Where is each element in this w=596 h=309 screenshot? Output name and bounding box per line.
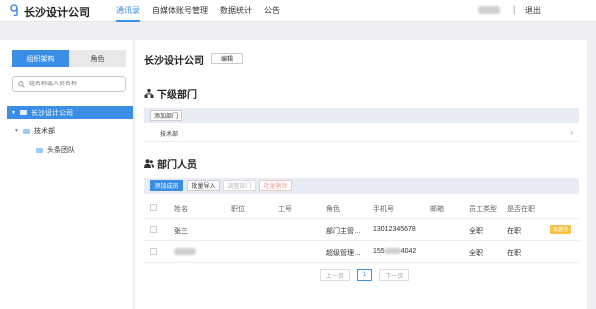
sub-department-row[interactable]: 技术部 › bbox=[144, 125, 579, 142]
col-position: 职位 bbox=[231, 206, 245, 213]
bulk-import-button[interactable]: 批量导入 bbox=[187, 180, 220, 191]
search-input[interactable] bbox=[29, 81, 124, 87]
prev-page-button[interactable]: 上一页 bbox=[320, 269, 351, 281]
member-name: 张三 bbox=[174, 228, 188, 235]
top-bar: 长沙设计公司 通讯录 自媒体账号管理 数据统计 公告 | 退出 bbox=[0, 0, 596, 22]
bulk-delete-button[interactable]: 批量删除 bbox=[259, 180, 292, 191]
main-panel: 长沙设计公司 编辑 下级部门 添加部门 技术部 › 部门人员 添加成员 批量导入… bbox=[135, 40, 587, 309]
member-role: 部门主管… bbox=[326, 228, 361, 235]
nav-media-accounts[interactable]: 自媒体账号管理 bbox=[152, 5, 208, 22]
add-member-button[interactable]: 添加成员 bbox=[150, 180, 183, 191]
tree-item-tech-dept[interactable]: ▼ 技术部 bbox=[14, 126, 55, 136]
table-row[interactable]: 超级管理… 155 4042 全职 在职 bbox=[144, 241, 579, 263]
select-all-checkbox[interactable] bbox=[150, 204, 157, 211]
tree-item-root[interactable]: ▼ 长沙设计公司 bbox=[7, 106, 133, 119]
brand-name: 长沙设计公司 bbox=[24, 7, 90, 19]
search-box bbox=[12, 76, 126, 92]
folder-icon bbox=[19, 110, 27, 115]
inactive-badge: 未激活 bbox=[550, 225, 572, 234]
tree-item-label: 技术部 bbox=[33, 128, 55, 135]
col-employee-type: 员工类型 bbox=[469, 206, 497, 213]
section-title-text: 部门人员 bbox=[157, 160, 197, 171]
main-nav: 通讯录 自媒体账号管理 数据统计 公告 bbox=[116, 5, 280, 22]
logo-icon bbox=[10, 4, 18, 16]
member-phone: 155 4042 bbox=[373, 248, 416, 255]
tree-item-label: 长沙设计公司 bbox=[30, 109, 73, 117]
tab-roles[interactable]: 角色 bbox=[69, 50, 126, 67]
members-table-header: 姓名 职位 工号 角色 手机号 邮箱 员工类型 是否在职 bbox=[144, 197, 579, 219]
col-employment-status: 是否在职 bbox=[507, 206, 535, 213]
nav-announcements[interactable]: 公告 bbox=[264, 5, 280, 22]
member-status: 在职 bbox=[507, 228, 521, 235]
page-1-button[interactable]: 1 bbox=[357, 269, 373, 281]
sidebar-tabs: 组织架构 角色 bbox=[12, 50, 126, 67]
edit-button[interactable]: 编辑 bbox=[211, 53, 243, 64]
sub-departments-title: 下级部门 bbox=[144, 86, 197, 101]
users-icon bbox=[144, 159, 154, 168]
table-row[interactable]: 张三 部门主管… 13012345678 全职 在职 未激活 bbox=[144, 219, 579, 241]
caret-down-icon[interactable]: ▼ bbox=[11, 110, 16, 116]
nav-contacts[interactable]: 通讯录 bbox=[116, 5, 140, 22]
search-icon bbox=[18, 80, 25, 88]
header-separator: | bbox=[513, 4, 516, 14]
caret-down-icon[interactable]: ▼ bbox=[14, 128, 19, 134]
tab-org-structure[interactable]: 组织架构 bbox=[12, 50, 69, 67]
user-name-redacted[interactable] bbox=[478, 6, 500, 14]
row-checkbox[interactable] bbox=[150, 226, 157, 233]
nav-statistics[interactable]: 数据统计 bbox=[220, 5, 252, 22]
col-role: 角色 bbox=[326, 206, 340, 213]
folder-icon bbox=[22, 128, 30, 134]
chevron-right-icon: › bbox=[570, 128, 573, 137]
tree-item-toutiao-team[interactable]: 头条团队 bbox=[36, 145, 75, 155]
phone-prefix: 155 bbox=[373, 248, 385, 255]
next-page-button[interactable]: 下一页 bbox=[379, 269, 410, 281]
col-email: 邮箱 bbox=[430, 206, 444, 213]
org-chart-icon bbox=[144, 89, 154, 98]
sub-department-name: 技术部 bbox=[160, 131, 179, 138]
phone-redacted bbox=[384, 248, 401, 255]
adjust-department-button[interactable]: 调整部门 bbox=[223, 180, 256, 191]
members-title: 部门人员 bbox=[144, 156, 197, 171]
col-phone: 手机号 bbox=[373, 206, 394, 213]
col-name: 姓名 bbox=[174, 206, 188, 213]
member-phone: 13012345678 bbox=[373, 226, 416, 233]
section-title-text: 下级部门 bbox=[157, 90, 197, 101]
phone-suffix: 4042 bbox=[400, 248, 417, 255]
org-sidebar: 组织架构 角色 ▼ 长沙设计公司 ▼ 技术部 头条团队 bbox=[0, 40, 133, 309]
member-role: 超级管理… bbox=[326, 250, 361, 257]
row-checkbox[interactable] bbox=[150, 248, 157, 255]
col-employee-id: 工号 bbox=[278, 206, 292, 213]
page-title: 长沙设计公司 bbox=[144, 56, 204, 67]
sub-departments-toolbar bbox=[144, 108, 579, 123]
tree-item-label: 头条团队 bbox=[47, 147, 75, 154]
pagination: 上一页 1 下一页 bbox=[320, 269, 410, 281]
member-name-redacted bbox=[174, 248, 196, 255]
member-status: 在职 bbox=[507, 250, 521, 257]
logout-link[interactable]: 退出 bbox=[525, 5, 541, 16]
add-department-button[interactable]: 添加部门 bbox=[150, 110, 182, 121]
folder-icon bbox=[36, 147, 43, 153]
member-type: 全职 bbox=[469, 250, 483, 257]
member-type: 全职 bbox=[469, 228, 483, 235]
